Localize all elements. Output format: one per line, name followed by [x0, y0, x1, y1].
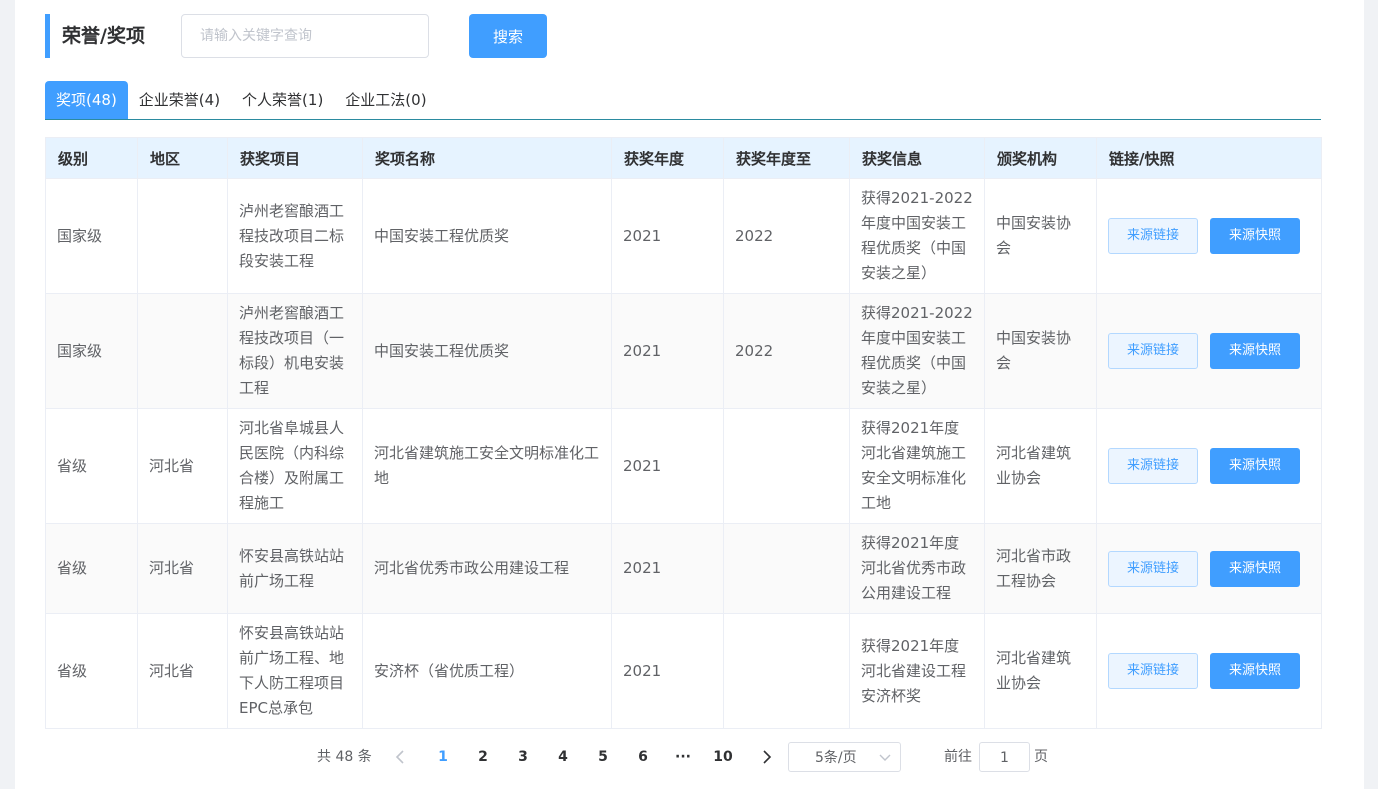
page-size-value: 5条/页: [815, 750, 857, 766]
cell-year: 2021: [611, 408, 724, 524]
table-row: 省级 河北省 怀安县高铁站站前广场工程、地下人防工程项目EPC总承包 安济杯（省…: [45, 613, 1322, 729]
page-number-5[interactable]: 5: [591, 742, 615, 772]
cell-award: 安济杯（省优质工程）: [362, 613, 612, 729]
cell-award: 中国安装工程优质奖: [362, 178, 612, 294]
goto-page-input[interactable]: 1: [979, 742, 1030, 772]
column-header-info[interactable]: 获奖信息: [849, 137, 985, 179]
page-title: 荣誉/奖项: [62, 25, 145, 47]
next-page-icon[interactable]: [759, 742, 775, 772]
page-number-2[interactable]: 2: [471, 742, 495, 772]
column-header-project[interactable]: 获奖项目: [227, 137, 363, 179]
search-button[interactable]: 搜索: [469, 14, 547, 58]
awards-table: 级别 地区 获奖项目 奖项名称 获奖年度 获奖年度至 获奖信息 颁奖机构 链接/…: [45, 137, 1322, 729]
cell-region: 河北省: [137, 613, 228, 729]
cell-org: 河北省市政工程协会: [984, 523, 1097, 614]
cell-region: 河北省: [137, 408, 228, 524]
page-number-4[interactable]: 4: [551, 742, 575, 772]
cell-info: 获得2021年度河北省优秀市政公用建设工程: [849, 523, 985, 614]
column-header-actions: 链接/快照: [1096, 137, 1322, 179]
cell-actions: 来源链接 来源快照: [1096, 293, 1322, 409]
cell-actions: 来源链接 来源快照: [1096, 178, 1322, 294]
page-suffix-label: 页: [1034, 749, 1048, 765]
cell-year-to: [723, 523, 850, 614]
table-row: 省级 河北省 河北省阜城县人民医院（内科综合楼）及附属工程施工 河北省建筑施工安…: [45, 408, 1322, 524]
cell-award: 河北省优秀市政公用建设工程: [362, 523, 612, 614]
column-header-year[interactable]: 获奖年度: [611, 137, 724, 179]
cell-project: 怀安县高铁站站前广场工程: [227, 523, 363, 614]
cell-year: 2021: [611, 523, 724, 614]
cell-actions: 来源链接 来源快照: [1096, 523, 1322, 614]
cell-project: 泸州老窖酿酒工程技改项目（一标段）机电安装工程: [227, 293, 363, 409]
table-row: 省级 河北省 怀安县高铁站站前广场工程 河北省优秀市政公用建设工程 2021 获…: [45, 523, 1322, 614]
source-link-button[interactable]: 来源链接: [1108, 218, 1198, 254]
column-header-year-to[interactable]: 获奖年度至: [723, 137, 850, 179]
cell-level: 省级: [45, 613, 138, 729]
source-link-button[interactable]: 来源链接: [1108, 550, 1198, 587]
cell-year: 2021: [611, 178, 724, 294]
search-input[interactable]: [181, 14, 429, 58]
cell-info: 获得2021年度河北省建筑施工安全文明标准化工地: [849, 408, 985, 524]
table-row: 国家级 泸州老窖酿酒工程技改项目（一标段）机电安装工程 中国安装工程优质奖 20…: [45, 293, 1322, 409]
cell-project: 怀安县高铁站站前广场工程、地下人防工程项目EPC总承包: [227, 613, 363, 729]
source-snapshot-button[interactable]: 来源快照: [1210, 448, 1300, 484]
cell-region: [137, 293, 228, 409]
source-link-button[interactable]: 来源链接: [1108, 653, 1198, 689]
cell-year: 2021: [611, 293, 724, 409]
source-snapshot-button[interactable]: 来源快照: [1210, 218, 1300, 254]
cell-info: 获得2021-2022年度中国安装工程优质奖（中国安装之星）: [849, 178, 985, 294]
tab-construction-methods[interactable]: 企业工法(0): [334, 81, 437, 119]
table-row: 国家级 泸州老窖酿酒工程技改项目二标段安装工程 中国安装工程优质奖 2021 2…: [45, 178, 1322, 294]
cell-region: 河北省: [137, 523, 228, 614]
cell-level: 省级: [45, 523, 138, 614]
cell-level: 省级: [45, 408, 138, 524]
cell-actions: 来源链接 来源快照: [1096, 408, 1322, 524]
cell-award: 河北省建筑施工安全文明标准化工地: [362, 408, 612, 524]
title-accent-bar: [45, 14, 50, 58]
cell-info: 获得2021-2022年度中国安装工程优质奖（中国安装之星）: [849, 293, 985, 409]
source-snapshot-button[interactable]: 来源快照: [1210, 333, 1300, 369]
source-link-button[interactable]: 来源链接: [1108, 333, 1198, 369]
cell-actions: 来源链接 来源快照: [1096, 613, 1322, 729]
page-size-select[interactable]: 5条/页: [788, 742, 901, 772]
cell-project: 河北省阜城县人民医院（内科综合楼）及附属工程施工: [227, 408, 363, 524]
page-ellipsis[interactable]: ···: [671, 742, 695, 772]
source-snapshot-button[interactable]: 来源快照: [1210, 550, 1300, 587]
cell-award: 中国安装工程优质奖: [362, 293, 612, 409]
page-number-1[interactable]: 1: [431, 742, 455, 772]
goto-label: 前往: [944, 749, 972, 765]
chevron-down-icon: [879, 743, 891, 773]
cell-level: 国家级: [45, 178, 138, 294]
cell-org: 中国安装协会: [984, 178, 1097, 294]
column-header-org[interactable]: 颁奖机构: [984, 137, 1097, 179]
pagination-total: 共 48 条: [317, 749, 372, 765]
table-header-row: 级别 地区 获奖项目 奖项名称 获奖年度 获奖年度至 获奖信息 颁奖机构 链接/…: [45, 137, 1322, 179]
tab-company-honors[interactable]: 企业荣誉(4): [128, 81, 231, 119]
column-header-region[interactable]: 地区: [137, 137, 228, 179]
pagination: 共 48 条 1 2 3 4 5 6 ··· 10 5条/页 前往 1 页: [15, 742, 1364, 772]
cell-org: 中国安装协会: [984, 293, 1097, 409]
page-number-3[interactable]: 3: [511, 742, 535, 772]
cell-year-to: 2022: [723, 293, 850, 409]
main-panel: 荣誉/奖项 搜索 奖项(48) 企业荣誉(4) 个人荣誉(1) 企业工法(0) …: [15, 0, 1364, 789]
source-snapshot-button[interactable]: 来源快照: [1210, 653, 1300, 689]
cell-year-to: [723, 408, 850, 524]
source-link-button[interactable]: 来源链接: [1108, 448, 1198, 484]
cell-level: 国家级: [45, 293, 138, 409]
column-header-level[interactable]: 级别: [45, 137, 138, 179]
cell-year: 2021: [611, 613, 724, 729]
cell-year-to: [723, 613, 850, 729]
cell-year-to: 2022: [723, 178, 850, 294]
tab-personal-honors[interactable]: 个人荣誉(1): [231, 81, 334, 119]
prev-page-icon[interactable]: [392, 742, 408, 772]
cell-info: 获得2021年度河北省建设工程安济杯奖: [849, 613, 985, 729]
tab-bar: 奖项(48) 企业荣誉(4) 个人荣誉(1) 企业工法(0): [45, 81, 1321, 120]
cell-project: 泸州老窖酿酒工程技改项目二标段安装工程: [227, 178, 363, 294]
cell-org: 河北省建筑业协会: [984, 613, 1097, 729]
column-header-award[interactable]: 奖项名称: [362, 137, 612, 179]
page-number-10[interactable]: 10: [709, 742, 737, 772]
cell-org: 河北省建筑业协会: [984, 408, 1097, 524]
tab-awards[interactable]: 奖项(48): [45, 81, 128, 119]
page-number-6[interactable]: 6: [631, 742, 655, 772]
cell-region: [137, 178, 228, 294]
